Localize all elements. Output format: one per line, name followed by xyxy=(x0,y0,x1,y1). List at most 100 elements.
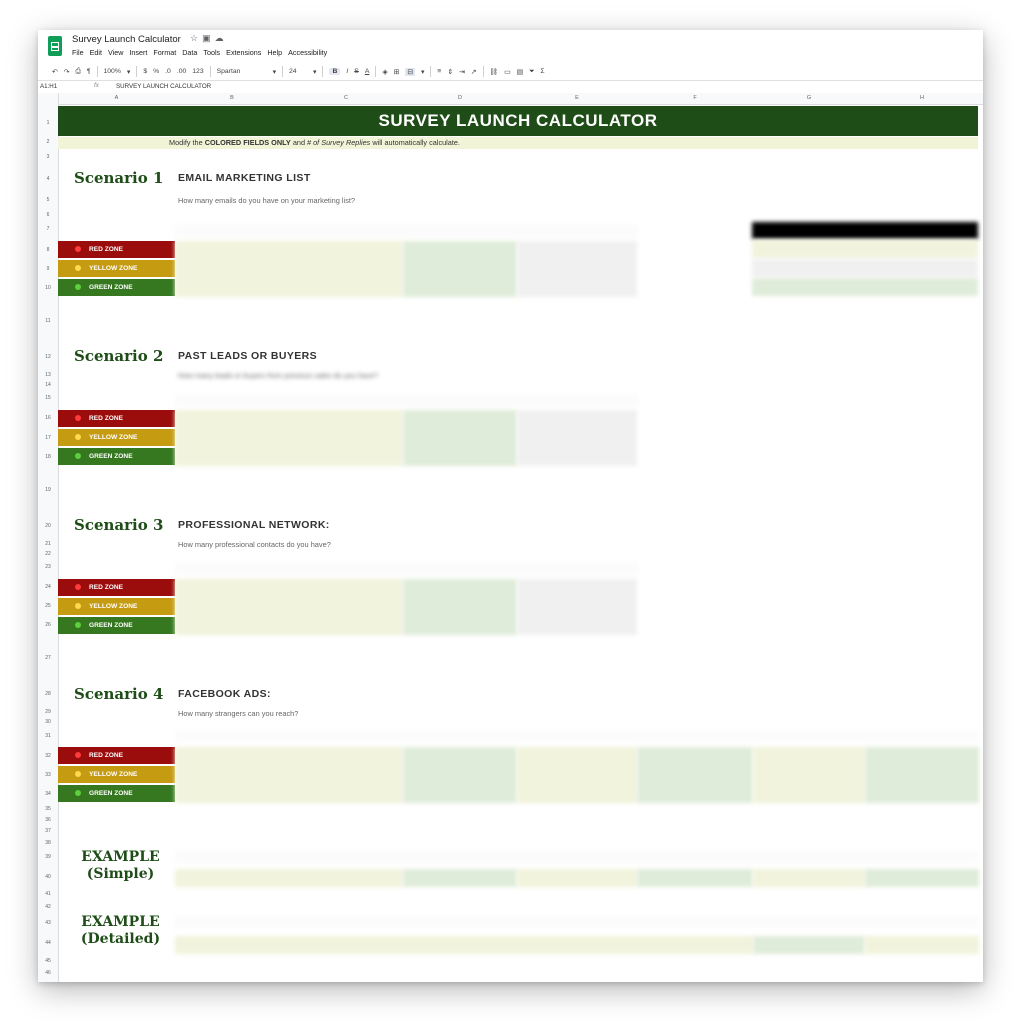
insert-comment-icon[interactable]: ▭ xyxy=(504,68,510,76)
example-simple-replies-cell[interactable] xyxy=(865,869,979,887)
star-icon[interactable]: ☆ xyxy=(190,33,202,43)
functions-icon[interactable]: Σ xyxy=(540,68,544,75)
menu-tools[interactable]: Tools xyxy=(203,48,220,57)
row-header[interactable]: 46 xyxy=(38,970,58,976)
row-header[interactable]: 20 xyxy=(38,523,58,529)
formula-input[interactable]: SURVEY LAUNCH CALCULATOR xyxy=(116,83,211,90)
percent-format-button[interactable]: % xyxy=(153,68,159,75)
row-header[interactable]: 37 xyxy=(38,828,58,834)
redo-icon[interactable]: ↷ xyxy=(64,68,70,76)
column-header-c[interactable]: C xyxy=(289,95,403,101)
scenario-1-action-cells[interactable] xyxy=(517,241,637,297)
row-header[interactable]: 19 xyxy=(38,487,58,493)
row-header[interactable]: 23 xyxy=(38,564,58,570)
scenario-4-survey-replies-cells[interactable] xyxy=(865,747,979,803)
row-header[interactable]: 34 xyxy=(38,791,58,797)
instruction-row[interactable]: Modify the COLORED FIELDS ONLY and # of … xyxy=(58,137,978,149)
scenario-2-output-cells[interactable] xyxy=(403,410,517,466)
row-header[interactable]: 3 xyxy=(38,154,58,160)
row-header[interactable]: 2 xyxy=(38,139,58,145)
column-header-b[interactable]: B xyxy=(175,95,289,101)
row-header[interactable]: 40 xyxy=(38,874,58,880)
scenario-4-subscriber-cells[interactable] xyxy=(637,747,753,803)
row-header[interactable]: 18 xyxy=(38,454,58,460)
scenario-2-input-cells[interactable] xyxy=(175,410,403,466)
row-header[interactable]: 9 xyxy=(38,266,58,272)
currency-format-button[interactable]: $ xyxy=(143,68,147,75)
paint-format-icon[interactable]: ¶ xyxy=(87,68,91,75)
merge-cells-icon[interactable]: ⊟ xyxy=(405,67,415,76)
row-header[interactable]: 4 xyxy=(38,176,58,182)
row-header[interactable]: 28 xyxy=(38,691,58,697)
decrease-decimal-button[interactable]: .0 xyxy=(165,68,171,75)
menu-insert[interactable]: Insert xyxy=(129,48,147,57)
row-header[interactable]: 10 xyxy=(38,285,58,291)
row-header[interactable]: 35 xyxy=(38,806,58,812)
row-header[interactable]: 8 xyxy=(38,247,58,253)
italic-button[interactable]: I xyxy=(346,68,348,75)
row-header[interactable]: 33 xyxy=(38,772,58,778)
scenario-1-output-cells[interactable] xyxy=(403,241,517,297)
move-folder-icon[interactable]: ▣ xyxy=(202,33,215,43)
text-wrap-icon[interactable]: ⇥ xyxy=(459,68,465,76)
row-header[interactable]: 25 xyxy=(38,603,58,609)
zoom-select[interactable]: 100% xyxy=(104,68,121,75)
font-select[interactable]: Spartan xyxy=(217,68,267,75)
insert-link-icon[interactable]: ⛓ xyxy=(490,68,499,76)
row-header[interactable]: 12 xyxy=(38,354,58,360)
row-header[interactable]: 22 xyxy=(38,551,58,557)
zoom-chevron-down-icon[interactable]: ▾ xyxy=(127,68,130,76)
more-formats-button[interactable]: 123 xyxy=(192,68,203,75)
bold-button[interactable]: B xyxy=(329,68,341,75)
menu-accessibility[interactable]: Accessibility xyxy=(288,48,327,57)
insert-chart-icon[interactable]: ▤ xyxy=(517,68,523,76)
example-detailed-landing-cell[interactable] xyxy=(753,936,865,954)
example-simple-survey-conversion-cell[interactable] xyxy=(753,869,865,887)
row-header[interactable]: 1 xyxy=(38,120,58,126)
menu-view[interactable]: View xyxy=(108,48,123,57)
borders-icon[interactable]: ⊞ xyxy=(394,68,400,76)
example-simple-input-cells[interactable] xyxy=(175,869,403,887)
column-header-d[interactable]: D xyxy=(403,95,517,101)
scenario-4-landing-views-cells[interactable] xyxy=(403,747,517,803)
print-icon[interactable]: ⎙ xyxy=(75,68,80,76)
column-header-a[interactable]: A xyxy=(58,95,175,101)
scenario-3-input-cells[interactable] xyxy=(175,579,403,635)
scenario-3-action-cells[interactable] xyxy=(517,579,637,635)
row-header[interactable]: 6 xyxy=(38,212,58,218)
row-header[interactable]: 13 xyxy=(38,372,58,378)
text-rotate-icon[interactable]: ↗ xyxy=(471,68,477,76)
font-size-select[interactable]: 24 xyxy=(289,68,307,75)
row-header[interactable]: 11 xyxy=(38,318,58,324)
menu-help[interactable]: Help xyxy=(267,48,282,57)
scenario-4-email-conversion-cells[interactable] xyxy=(517,747,637,803)
row-header[interactable]: 42 xyxy=(38,904,58,910)
scenario-2-action-cells[interactable] xyxy=(517,410,637,466)
column-header-h[interactable]: H xyxy=(865,95,979,101)
document-title[interactable]: Survey Launch Calculator xyxy=(72,34,181,45)
font-size-chevron-down-icon[interactable]: ▾ xyxy=(313,68,316,76)
horizontal-align-icon[interactable]: ≡ xyxy=(437,68,441,75)
row-header[interactable]: 24 xyxy=(38,584,58,590)
example-simple-landing-cell[interactable] xyxy=(403,869,517,887)
row-header[interactable]: 26 xyxy=(38,622,58,628)
merge-chevron-down-icon[interactable]: ▾ xyxy=(421,68,424,76)
menu-extensions[interactable]: Extensions xyxy=(226,48,261,57)
font-chevron-down-icon[interactable]: ▾ xyxy=(273,68,276,76)
vertical-align-icon[interactable]: ⇕ xyxy=(447,68,453,76)
select-all-corner[interactable] xyxy=(38,93,59,104)
text-color-button[interactable]: A xyxy=(365,68,370,75)
name-box[interactable]: A1:H1 xyxy=(40,83,57,90)
menu-file[interactable]: File xyxy=(72,48,84,57)
column-header-e[interactable]: E xyxy=(517,95,637,101)
scenario-1-input-cells[interactable] xyxy=(175,241,403,297)
example-simple-subscriber-cell[interactable] xyxy=(637,869,753,887)
example-detailed-input-cells[interactable] xyxy=(175,936,753,954)
column-header-f[interactable]: F xyxy=(637,95,753,101)
fill-color-icon[interactable]: ◈ xyxy=(382,68,387,76)
row-header[interactable]: 38 xyxy=(38,840,58,846)
row-header[interactable]: 36 xyxy=(38,817,58,823)
scenario-4-survey-conversion-cells[interactable] xyxy=(753,747,865,803)
row-header[interactable]: 30 xyxy=(38,719,58,725)
row-header[interactable]: 31 xyxy=(38,733,58,739)
